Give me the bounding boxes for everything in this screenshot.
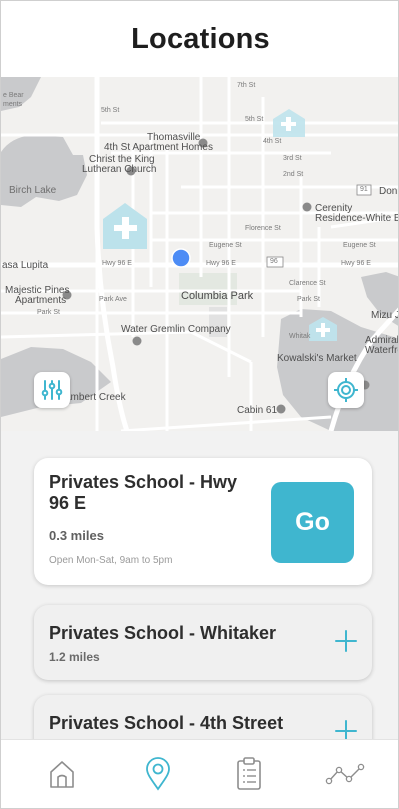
map-label: Apartments	[15, 295, 67, 306]
map-label: Lutheran Church	[82, 164, 157, 175]
crosshair-icon	[334, 378, 358, 402]
map-label: ambert Creek	[65, 392, 126, 403]
map-label: Residence-White Bear	[315, 213, 398, 224]
nav-home[interactable]	[45, 756, 79, 792]
nav-stats[interactable]	[323, 756, 367, 792]
home-icon	[50, 761, 74, 788]
location-card[interactable]: Privates School - 4th Street	[34, 695, 372, 739]
map-label: 2nd St	[283, 171, 304, 178]
go-button[interactable]: Go	[271, 482, 354, 563]
page-title: Locations	[131, 22, 270, 55]
map-label: Mizu Ja	[371, 310, 398, 321]
location-distance: 0.3 miles	[49, 528, 104, 543]
map-label: Park St	[37, 309, 60, 316]
map-view[interactable]: e Bear ments 5th St 5th St 7th St Thomas…	[1, 77, 398, 431]
sliders-icon	[41, 380, 63, 400]
map-label: Water Gremlin Company	[121, 324, 231, 335]
map-label: Clarence St	[289, 280, 326, 287]
map-label: Park St	[297, 296, 320, 303]
map-label: ments	[3, 101, 23, 108]
map-label: 91	[360, 186, 368, 193]
location-pin-icon	[146, 757, 170, 791]
map-label: 4th St Apartment Homes	[104, 142, 213, 153]
location-list[interactable]: Privates School - Hwy 96 E 0.3 miles Ope…	[1, 431, 398, 739]
location-card[interactable]: Privates School - Whitaker 1.2 miles	[34, 605, 372, 680]
map-label: 7th St	[237, 82, 256, 89]
header: Locations	[1, 1, 398, 77]
map-label: Hwy 96 E	[102, 260, 132, 267]
filter-button[interactable]	[34, 372, 70, 408]
map-label: 4th St	[263, 138, 282, 145]
map-label: 5th St	[245, 116, 264, 123]
map-label: asa Lupita	[2, 260, 49, 271]
map-label: Hwy 96 E	[206, 260, 236, 267]
location-title: Privates School - Hwy 96 E	[49, 472, 238, 513]
plus-icon[interactable]	[334, 629, 358, 653]
nav-records[interactable]	[232, 756, 266, 792]
map-label: Waterfron	[365, 345, 398, 356]
map-label: e Bear	[3, 92, 24, 99]
app-frame: Locations e Bear ments 5th St 5th St 7th…	[0, 0, 399, 809]
map-label: Park Ave	[99, 296, 127, 303]
map-label: Birch Lake	[9, 185, 57, 196]
map-label: 96	[270, 258, 278, 265]
location-title: Privates School - Whitaker	[49, 623, 277, 643]
map-label: Kowalski's Market	[277, 353, 357, 364]
locate-me-button[interactable]	[328, 372, 364, 408]
map-label: Columbia Park	[181, 290, 254, 302]
map-label: Florence St	[245, 225, 281, 232]
location-hours: Open Mon-Sat, 9am to 5pm	[49, 555, 173, 566]
map-label: Don	[379, 186, 398, 197]
bottom-nav	[1, 739, 398, 808]
map-label: 3rd St	[283, 155, 302, 162]
location-title: Privates School - 4th Street	[49, 713, 284, 733]
map-label: Eugene St	[343, 242, 376, 249]
map-label: Whitak	[289, 333, 311, 340]
map-label: Hwy 96 E	[341, 260, 371, 267]
map-label: 5th St	[101, 107, 120, 114]
map-label: Cabin 61	[237, 405, 278, 416]
plus-icon[interactable]	[334, 719, 358, 739]
nav-locations[interactable]	[141, 756, 175, 792]
clipboard-icon	[237, 757, 261, 790]
location-distance: 1.2 miles	[49, 650, 100, 664]
chart-line-icon	[325, 763, 365, 785]
map-label: Eugene St	[209, 242, 242, 249]
location-card-selected[interactable]: Privates School - Hwy 96 E 0.3 miles Ope…	[34, 458, 372, 585]
